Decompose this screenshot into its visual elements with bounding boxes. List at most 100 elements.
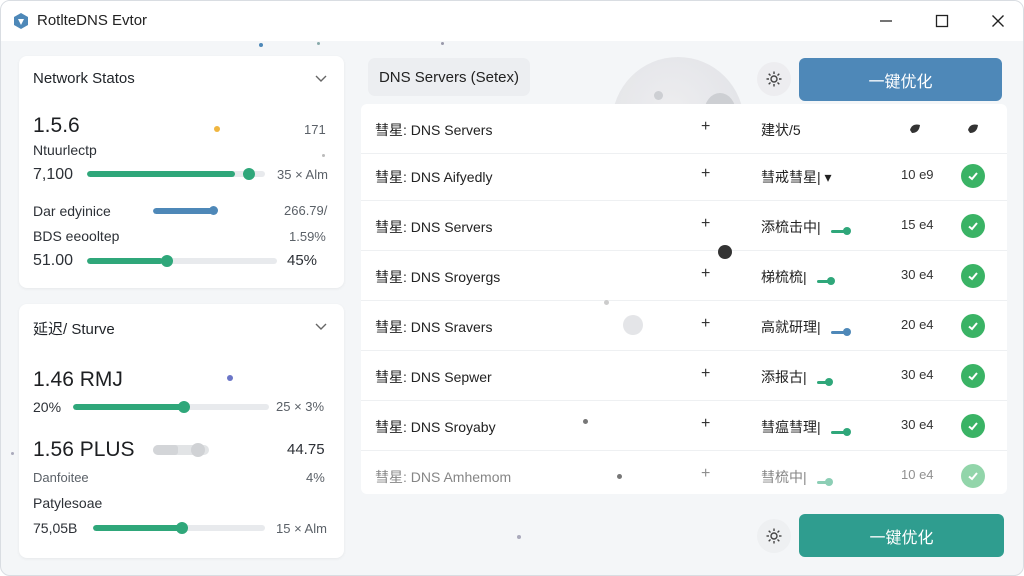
- decor-dot: [623, 315, 643, 335]
- metric-value: 20%: [33, 399, 62, 415]
- table-row[interactable]: 彗星: DNS Aifyedly + 彗戒彗星| ▾ 10 e9: [361, 151, 1007, 201]
- server-latency: 15 e4: [901, 217, 934, 232]
- server-name: 彗星: DNS Sroyergs: [375, 269, 501, 285]
- leaf-icon: [968, 124, 978, 133]
- progress-bar: [87, 258, 277, 264]
- metric-right: 266.79/: [284, 203, 328, 218]
- progress-fill: [153, 208, 213, 214]
- latency-card: 延迟/ Sturve 1.46 RMJ 20% 25 × 3% 1.56 PLU…: [19, 304, 344, 558]
- optimize-button-top[interactable]: 一键优化: [799, 58, 1002, 101]
- metric-label: Patylesoae: [33, 495, 103, 511]
- add-server-button[interactable]: +: [701, 365, 710, 383]
- metric-right: 4%: [306, 470, 325, 485]
- server-name: 彗星: DNS Sravers: [375, 319, 493, 335]
- add-server-button[interactable]: +: [701, 215, 710, 233]
- decor-dot: [517, 535, 521, 539]
- decor-dot: [583, 419, 588, 424]
- optimize-button-bottom[interactable]: 一键优化: [799, 514, 1004, 557]
- table-row[interactable]: 彗星: DNS Sroyaby + 彗瘟彗理| 30 e4: [361, 401, 1007, 451]
- decor-crater: [654, 91, 663, 100]
- server-latency: 30 e4: [901, 417, 934, 432]
- progress-bar: [87, 171, 265, 177]
- status-knob: [827, 277, 835, 285]
- progress-knob[interactable]: [191, 443, 205, 457]
- server-name: 彗星: DNS Sepwer: [375, 369, 492, 385]
- progress-bar: [73, 404, 269, 410]
- server-name: 彗星: DNS Amhemom: [375, 469, 512, 485]
- check-icon: [961, 264, 985, 288]
- table-row[interactable]: 彗星: DNS Sravers + 高就研理| 20 e4: [361, 301, 1007, 351]
- add-server-button[interactable]: +: [701, 465, 710, 483]
- progress-knob[interactable]: [243, 168, 255, 180]
- server-status: 高就研理|: [761, 319, 821, 335]
- table-row[interactable]: 彗星: DNS Amhemom + 彗梳中| 10 e4: [361, 451, 1007, 494]
- chevron-down-icon[interactable]: [314, 72, 328, 86]
- app-logo-icon: [14, 13, 28, 29]
- metric-right: 25 × 3%: [276, 399, 325, 414]
- maximize-button[interactable]: [919, 1, 965, 41]
- metric-value: 1.56 PLUS: [33, 438, 135, 461]
- metric-value: 75,05B: [33, 520, 78, 536]
- minimize-button[interactable]: [863, 1, 909, 41]
- status-dot: [227, 375, 233, 381]
- gear-icon: [766, 71, 782, 87]
- settings-button-top[interactable]: [757, 62, 791, 96]
- metric-label: BDS eeooltep: [33, 228, 120, 244]
- server-latency: 10 e9: [901, 167, 934, 182]
- status-knob: [825, 378, 833, 386]
- check-icon: [961, 164, 985, 188]
- metric-right: 171: [304, 122, 326, 137]
- decor-dot: [11, 452, 14, 455]
- metric-right: 35 × Alm: [277, 167, 328, 182]
- decor-dot: [718, 245, 732, 259]
- progress-fill: [153, 445, 179, 455]
- metric-right: 44.75: [287, 441, 325, 458]
- decor-dot: [322, 154, 325, 157]
- server-latency: 30 e4: [901, 267, 934, 282]
- window-title: RotlteDNS Evtor: [37, 12, 148, 29]
- tab-dns-servers[interactable]: DNS Servers (Setex): [368, 58, 530, 96]
- check-icon: [961, 414, 985, 438]
- chevron-down-icon[interactable]: [314, 320, 328, 334]
- metric-label: Ntuurlectp: [33, 142, 97, 158]
- gear-icon: [766, 528, 782, 544]
- status-knob: [843, 227, 851, 235]
- status-dot: [214, 126, 220, 132]
- decor-dot: [441, 42, 444, 45]
- metric-value: 7,100: [33, 166, 74, 183]
- table-row[interactable]: 彗星: DNS Sepwer + 添报古| 30 e4: [361, 351, 1007, 401]
- check-icon: [961, 314, 985, 338]
- metric-value: 51.00: [33, 252, 74, 269]
- title-bar: RotlteDNS Evtor: [1, 1, 1023, 41]
- network-status-card: Network Statos 1.5.6 171 Ntuurlectp 7,10…: [19, 56, 344, 288]
- metric-value: 1.46 RMJ: [33, 368, 123, 391]
- status-knob: [825, 478, 833, 486]
- settings-button-bottom[interactable]: [757, 519, 791, 553]
- add-server-button[interactable]: +: [701, 415, 710, 433]
- dns-server-table: 彗星: DNS Servers + 建状/5 彗星: DNS Aifyedly …: [361, 104, 1007, 494]
- maximize-icon: [935, 14, 949, 28]
- progress-knob[interactable]: [209, 206, 218, 215]
- progress-knob[interactable]: [161, 255, 173, 267]
- progress-fill: [87, 171, 235, 177]
- table-header-row: 彗星: DNS Servers + 建状/5: [361, 104, 1007, 154]
- status-knob: [843, 328, 851, 336]
- add-server-button[interactable]: +: [701, 265, 710, 283]
- progress-fill: [93, 525, 181, 531]
- latency-title: 延迟/ Sturve: [33, 321, 115, 338]
- progress-knob[interactable]: [178, 401, 190, 413]
- add-server-button[interactable]: +: [701, 315, 710, 333]
- progress-knob[interactable]: [176, 522, 188, 534]
- metric-label: Dar edyinice: [33, 203, 111, 219]
- app-window: RotlteDNS Evtor Network Statos 1.5.6 171…: [0, 0, 1024, 576]
- metric-right: 1.59%: [289, 229, 326, 244]
- table-row[interactable]: 彗星: DNS Servers + 添梳击中| 15 e4: [361, 201, 1007, 251]
- table-row[interactable]: 彗星: DNS Sroyergs + 梯梳梳| 30 e4: [361, 251, 1007, 301]
- status-knob: [843, 428, 851, 436]
- server-latency: 10 e4: [901, 467, 934, 482]
- server-status: 彗梳中|: [761, 469, 807, 485]
- add-server-button[interactable]: +: [701, 165, 710, 183]
- close-button[interactable]: [975, 1, 1021, 41]
- server-status: 梯梳梳|: [761, 269, 807, 285]
- server-status: 添报古|: [761, 369, 807, 385]
